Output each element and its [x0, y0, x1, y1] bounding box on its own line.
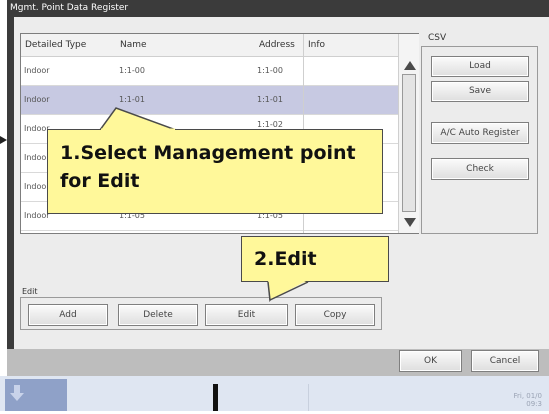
- taskbar-divider: [308, 384, 309, 411]
- taskbar-divider: [213, 384, 218, 411]
- taskbar-menu-button[interactable]: [5, 379, 67, 411]
- callout-2-tail: [267, 280, 309, 301]
- clock-time: 09:3: [526, 400, 542, 408]
- taskbar: [0, 376, 549, 411]
- taskbar-clock: Fri, 01/0 09:3: [490, 392, 542, 408]
- clock-date: Fri, 01/0: [513, 392, 542, 400]
- down-arrow-icon: [10, 385, 24, 401]
